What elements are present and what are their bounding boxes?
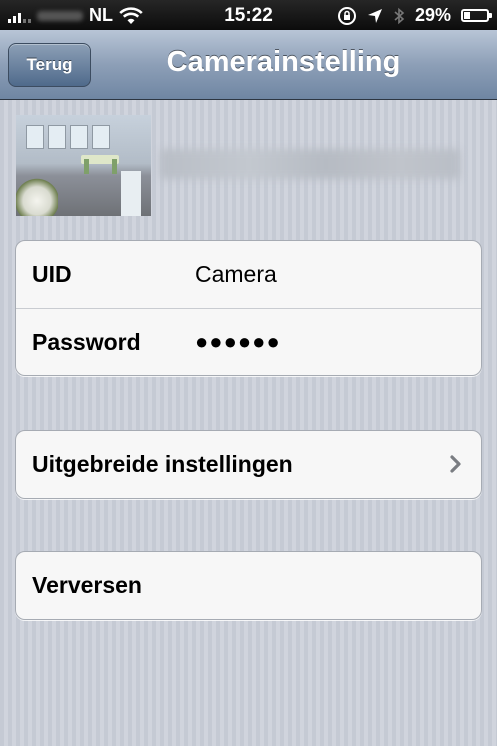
- page-title: Camerainstelling: [166, 46, 401, 78]
- location-arrow-icon: [367, 8, 382, 23]
- advanced-settings-label: Uitgebreide instellingen: [32, 451, 293, 477]
- uid-field[interactable]: Camera: [195, 261, 277, 288]
- thumbnail-window: [48, 125, 66, 149]
- refresh-button[interactable]: Verversen: [16, 552, 481, 619]
- thumbnail-chair: [84, 159, 89, 174]
- camera-thumbnail: [16, 115, 151, 216]
- password-field[interactable]: ●●●●●●: [195, 329, 281, 355]
- rotation-lock-icon: [337, 6, 356, 25]
- uid-row[interactable]: UID Camera: [16, 241, 481, 308]
- uid-label: UID: [32, 261, 72, 287]
- bluetooth-icon: [394, 7, 405, 24]
- thumbnail-counter: [121, 171, 141, 216]
- camera-name-blurred: [160, 149, 460, 179]
- refresh-group: Verversen: [15, 551, 482, 620]
- thumbnail-flowers: [16, 178, 58, 216]
- advanced-settings-group: Uitgebreide instellingen: [15, 430, 482, 499]
- navigation-bar: Terug Camerainstelling: [0, 30, 497, 100]
- advanced-settings-row[interactable]: Uitgebreide instellingen: [16, 431, 481, 498]
- thumbnail-window: [92, 125, 110, 149]
- thumbnail-chair: [112, 159, 117, 174]
- battery-level-fill: [464, 12, 470, 19]
- credentials-group: UID Camera Password ●●●●●●: [15, 240, 482, 376]
- status-bar: NL 15:22 29%: [0, 0, 497, 30]
- thumbnail-window: [26, 125, 44, 149]
- chevron-right-icon: [450, 455, 461, 473]
- battery-icon: [461, 9, 492, 22]
- refresh-label: Verversen: [32, 572, 142, 598]
- battery-percentage: 29%: [414, 5, 451, 25]
- back-button[interactable]: Terug: [8, 43, 91, 87]
- password-label: Password: [32, 328, 141, 355]
- status-right: 29%: [337, 5, 492, 26]
- password-row[interactable]: Password ●●●●●●: [16, 308, 481, 375]
- thumbnail-window: [70, 125, 88, 149]
